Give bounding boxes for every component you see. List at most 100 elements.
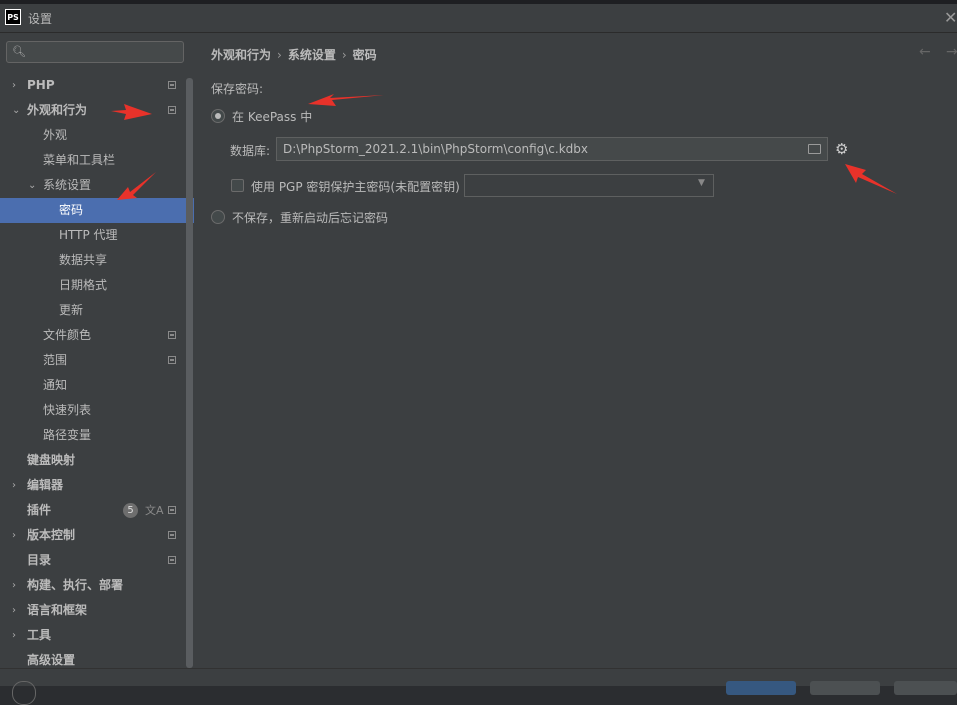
sidebar-item-label: 范围 [43,353,68,367]
sidebar-item[interactable]: › 构建、执行、部署 [0,573,186,598]
back-arrow-icon[interactable]: ← [919,44,931,60]
database-path-value: D:\PhpStorm_2021.2.1\bin\PhpStorm\config… [283,142,588,156]
chevron-down-icon[interactable]: ⌄ [12,98,20,123]
chevron-right-icon[interactable]: › [12,573,16,598]
sidebar-item[interactable]: ⌄ 外观和行为 [0,98,186,123]
sidebar-item-label: 编辑器 [27,478,64,492]
breadcrumb-separator-icon: › [341,48,347,62]
sidebar-item[interactable]: 范围 [0,348,186,373]
sidebar-item[interactable]: › PHP [0,73,186,98]
sidebar-item-label: 键盘映射 [27,453,76,467]
chevron-right-icon[interactable]: › [12,623,16,648]
sidebar-item[interactable]: 目录 [0,548,186,573]
sidebar-item-label: 版本控制 [27,528,76,542]
phpstorm-logo-icon: PS [5,9,21,25]
sidebar-item-label: 外观 [43,128,68,142]
sidebar-scrollbar[interactable] [186,78,193,668]
no-save-option-label: 不保存，重新启动后忘记密码 [232,211,389,225]
sidebar-item[interactable]: 更新 [0,298,186,323]
window-title: 设置 [28,12,53,26]
no-save-radio[interactable] [211,210,225,224]
sidebar-item[interactable]: › 工具 [0,623,186,648]
sidebar-item[interactable]: ⌄ 系统设置 [0,173,186,198]
sidebar-item[interactable]: › 语言和框架 [0,598,186,623]
breadcrumb-item[interactable]: 系统设置 [288,48,336,62]
sidebar-item-label: 外观和行为 [27,103,88,117]
sidebar-item-label: HTTP 代理 [59,228,118,242]
sidebar-item[interactable]: › 编辑器 [0,473,186,498]
sidebar-item[interactable]: 通知 [0,373,186,398]
sidebar-item[interactable]: 密码 [0,198,194,223]
title-bar: PS 设置 ✕ [0,4,957,33]
sidebar-item-label: 工具 [27,628,52,642]
close-icon[interactable]: ✕ [944,8,957,27]
project-scope-icon [168,556,176,564]
breadcrumb: 外观和行为 › 系统设置 › 密码 [211,46,377,63]
sidebar-item-label: 菜单和工具栏 [43,153,116,167]
sidebar-item[interactable]: 文件颜色 [0,323,186,348]
cancel-button[interactable] [810,681,880,695]
sidebar-item-label: 日期格式 [59,278,108,292]
sidebar-item[interactable]: 外观 [0,123,186,148]
forward-arrow-icon[interactable]: → [946,44,957,60]
project-scope-icon [168,331,176,339]
sidebar-item[interactable]: HTTP 代理 [0,223,186,248]
pgp-checkbox[interactable] [231,179,244,192]
sidebar-item[interactable]: 高级设置 [0,648,186,668]
chevron-right-icon[interactable]: › [12,73,16,98]
sidebar-item-label: 语言和框架 [27,603,88,617]
dialog-button-bar [0,668,957,705]
apply-button[interactable] [894,681,957,695]
project-scope-icon [168,531,176,539]
search-input[interactable]: 🔍︎ [6,41,184,63]
update-count-badge: 5 [123,503,138,518]
project-scope-icon [168,81,176,89]
sidebar-item-label: 通知 [43,378,68,392]
pgp-key-select[interactable]: ▼ [464,174,714,197]
sidebar-item[interactable]: 日期格式 [0,273,186,298]
sidebar-item[interactable]: 菜单和工具栏 [0,148,186,173]
sidebar-item-label: 快速列表 [43,403,92,417]
chevron-right-icon[interactable]: › [12,598,16,623]
database-path-field[interactable]: D:\PhpStorm_2021.2.1\bin\PhpStorm\config… [276,137,828,161]
sidebar-item[interactable]: 插件 5 文A [0,498,186,523]
ok-button[interactable] [726,681,796,695]
chevron-down-icon[interactable]: ⌄ [28,173,36,198]
sidebar-item-label: 文件颜色 [43,328,92,342]
database-label: 数据库: [230,144,271,158]
sidebar-item-label: 数据共享 [59,253,108,267]
sidebar-item-label: 构建、执行、部署 [27,578,124,592]
sidebar-item-label: 更新 [59,303,84,317]
project-scope-icon [168,506,176,514]
sidebar-item-label: 路径变量 [43,428,92,442]
project-scope-icon [168,106,176,114]
sidebar-item-label: 密码 [59,203,84,217]
sidebar-item[interactable]: 数据共享 [0,248,186,273]
sidebar-item[interactable]: 路径变量 [0,423,186,448]
sidebar-item-label: 插件 [27,503,52,517]
settings-content: 外观和行为 › 系统设置 › 密码 ← → 保存密码: 在 KeePass 中 数据库:… [194,33,957,668]
settings-sidebar: 🔍︎ › PHP ⌄ 外观和行为外观菜单和工具栏 ⌄ 系统设置密码 HTTP 代理 数据共享日… [0,33,194,668]
breadcrumb-item: 密码 [352,48,377,62]
save-passwords-label: 保存密码: [211,82,264,96]
pgp-checkbox-label: 使用 PGP 密钥保护主密码(未配置密钥) [251,180,460,194]
chevron-right-icon[interactable]: › [12,473,16,498]
folder-browse-icon[interactable] [808,144,821,154]
sidebar-item-label: PHP [27,78,55,92]
chevron-down-icon: ▼ [698,178,705,188]
sidebar-item[interactable]: › 版本控制 [0,523,186,548]
chevron-right-icon[interactable]: › [12,523,16,548]
search-icon: 🔍︎ [12,45,26,58]
sidebar-item-label: 高级设置 [27,653,76,667]
breadcrumb-item[interactable]: 外观和行为 [211,48,271,62]
translate-icon: 文A [145,504,164,517]
sidebar-item[interactable]: 快速列表 [0,398,186,423]
gear-icon[interactable]: ⚙ [835,140,848,158]
breadcrumb-separator-icon: › [277,48,282,62]
project-scope-icon [168,356,176,364]
keepass-option-label: 在 KeePass 中 [232,110,313,124]
sidebar-item[interactable]: 键盘映射 [0,448,186,473]
sidebar-item-label: 系统设置 [43,178,92,192]
keepass-radio[interactable] [211,109,225,123]
sidebar-item-label: 目录 [27,553,52,567]
